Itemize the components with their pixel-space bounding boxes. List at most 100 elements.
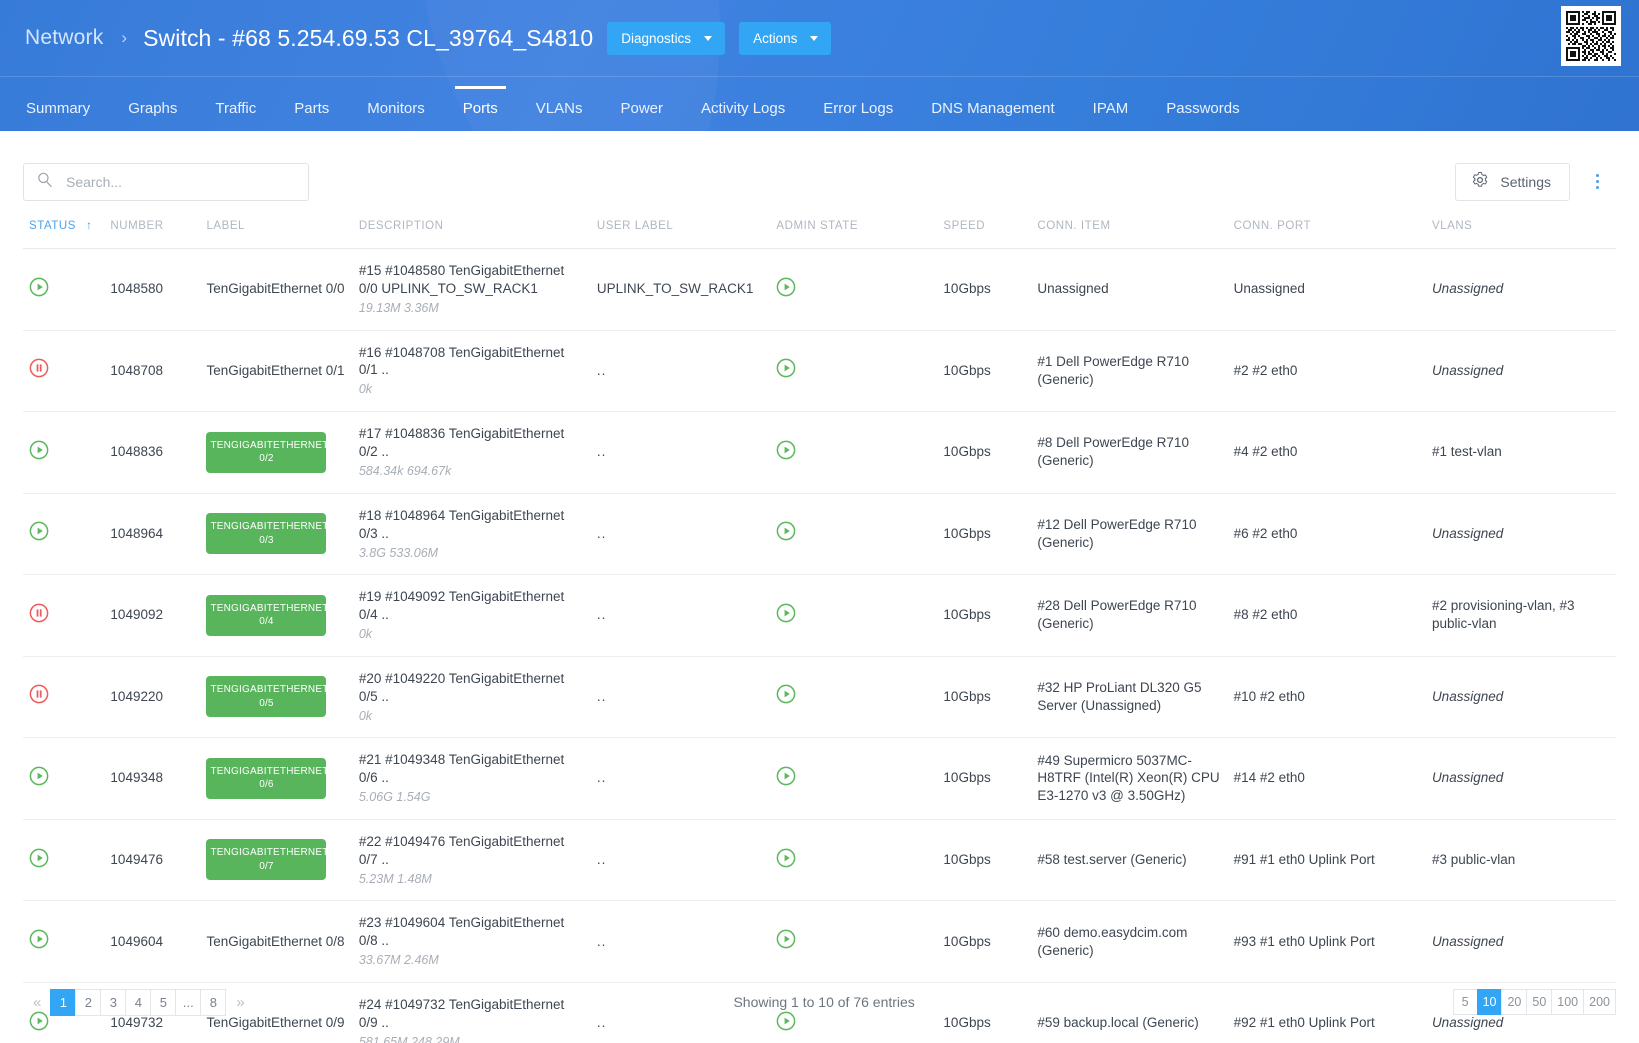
nav-tab-summary[interactable]: Summary	[26, 100, 90, 131]
cell-vlans: #1 test-vlan	[1431, 444, 1502, 460]
cell-conn-item[interactable]: #8 Dell PowerEdge R710 (Generic)	[1031, 412, 1227, 494]
table-row[interactable]: 1048708 TenGigabitEthernet 0/1 #16 #104870…	[23, 330, 1616, 412]
cell-conn-port[interactable]: #10 #2 eth0	[1228, 656, 1426, 738]
actions-button[interactable]: Actions	[739, 21, 832, 55]
search-input[interactable]	[23, 162, 309, 201]
cell-description: #22 #1049476 TenGigabitEthernet 0/7 .. 5.…	[353, 819, 591, 901]
cell-conn-item[interactable]: #1 Dell PowerEdge R710 (Generic)	[1031, 330, 1227, 412]
pagination-prev-icon[interactable]: «	[23, 994, 51, 1011]
table-row[interactable]: 1048580 TenGigabitEthernet 0/0 #15 #104858…	[23, 248, 1616, 331]
description-text: #21 #1049348 TenGigabitEthernet 0/6 ..	[358, 752, 565, 786]
status-running-icon[interactable]	[29, 848, 49, 868]
cell-label: TENGIGABITETHERNET 0/3	[200, 493, 352, 575]
column-header-speed[interactable]: SPEED	[937, 204, 1031, 249]
page-size-100[interactable]: 100	[1551, 989, 1585, 1015]
column-header-conn-item[interactable]: CONN. ITEM	[1031, 204, 1227, 249]
pagination-page-3[interactable]: 3	[100, 988, 127, 1016]
status-running-icon[interactable]	[776, 684, 796, 704]
status-running-icon[interactable]	[29, 929, 49, 949]
breadcrumb-separator-icon: ›	[121, 28, 128, 47]
column-header-conn-port[interactable]: CONN. PORT	[1228, 204, 1426, 249]
port-label-badge[interactable]: TENGIGABITETHERNET 0/7	[206, 839, 328, 881]
cell-conn-port[interactable]: #14 #2 eth0	[1228, 738, 1426, 820]
table-row[interactable]: 1049348 TENGIGABITETHERNET 0/6 #21 #104934…	[23, 737, 1616, 820]
nav-tab-error-logs[interactable]: Error Logs	[823, 100, 893, 131]
diagnostics-button[interactable]: Diagnostics	[607, 21, 726, 55]
cell-status	[23, 738, 104, 820]
column-header-vlans[interactable]: VLANS	[1426, 204, 1616, 249]
cell-conn-port[interactable]: #6 #2 eth0	[1228, 493, 1426, 575]
port-label-badge[interactable]: TENGIGABITETHERNET 0/6	[206, 757, 328, 799]
cell-conn-item[interactable]: #28 Dell PowerEdge R710 (Generic)	[1031, 575, 1227, 657]
page-size-5[interactable]: 5	[1452, 989, 1478, 1015]
column-header-label: CONN. PORT	[1233, 220, 1312, 232]
breadcrumb-network[interactable]: Network	[25, 26, 103, 50]
column-header-status[interactable]: STATUS ↑	[23, 204, 104, 249]
cell-conn-item[interactable]: #12 Dell PowerEdge R710 (Generic)	[1031, 493, 1227, 575]
column-header-label[interactable]: LABEL	[200, 204, 352, 249]
port-label-badge[interactable]: TENGIGABITETHERNET 0/3	[206, 513, 328, 555]
page-size-20[interactable]: 20	[1501, 989, 1528, 1015]
table-row[interactable]: 1048964 TENGIGABITETHERNET 0/3 #18 #104896…	[23, 493, 1616, 575]
cell-conn-port[interactable]: #4 #2 eth0	[1228, 412, 1426, 494]
settings-button[interactable]: Settings	[1455, 162, 1570, 201]
status-running-icon[interactable]	[776, 929, 796, 949]
chevron-down-icon	[810, 35, 819, 41]
nav-tab-ipam[interactable]: IPAM	[1093, 100, 1129, 131]
table-row[interactable]: 1049476 TENGIGABITETHERNET 0/7 #22 #104947…	[23, 819, 1616, 901]
nav-tab-power[interactable]: Power	[620, 100, 663, 131]
nav-tab-dns-management[interactable]: DNS Management	[931, 100, 1054, 131]
cell-conn-port[interactable]: #8 #2 eth0	[1228, 575, 1426, 657]
status-running-icon[interactable]	[29, 766, 49, 786]
table-row[interactable]: 1049220 TENGIGABITETHERNET 0/5 #20 #104922…	[23, 656, 1616, 738]
pagination-page-4[interactable]: 4	[125, 988, 152, 1016]
port-label-badge[interactable]: TENGIGABITETHERNET 0/4	[206, 594, 328, 636]
cell-conn-item[interactable]: #58 test.server (Generic)	[1031, 819, 1227, 901]
column-header-label: LABEL	[206, 220, 246, 232]
status-stopped-icon[interactable]	[29, 603, 49, 623]
column-header-user-label[interactable]: USER LABEL	[591, 204, 771, 249]
status-running-icon[interactable]	[776, 440, 796, 460]
nav-tab-passwords[interactable]: Passwords	[1166, 100, 1239, 131]
cell-description: #20 #1049220 TenGigabitEthernet 0/5 .. 0k	[353, 656, 591, 738]
pagination-page-2[interactable]: 2	[75, 988, 102, 1016]
nav-tab-monitors[interactable]: Monitors	[367, 100, 425, 131]
nav-tab-traffic[interactable]: Traffic	[215, 100, 256, 131]
status-stopped-icon[interactable]	[29, 358, 49, 378]
column-header-number[interactable]: NUMBER	[104, 204, 200, 249]
status-running-icon[interactable]	[776, 603, 796, 623]
table-row[interactable]: 1049092 TENGIGABITETHERNET 0/4 #19 #104909…	[23, 574, 1616, 657]
status-running-icon[interactable]	[776, 358, 796, 378]
status-stopped-icon[interactable]	[29, 684, 49, 704]
port-label-badge[interactable]: TENGIGABITETHERNET 0/5	[206, 676, 328, 718]
page-size-10[interactable]: 10	[1476, 989, 1503, 1015]
nav-tab-vlans[interactable]: VLANs	[536, 100, 583, 131]
nav-tab-activity-logs[interactable]: Activity Logs	[701, 100, 785, 131]
status-running-icon[interactable]	[29, 277, 49, 297]
port-label-badge[interactable]: TENGIGABITETHERNET 0/2	[206, 431, 328, 473]
status-running-icon[interactable]	[29, 440, 49, 460]
column-header-description[interactable]: DESCRIPTION	[353, 204, 591, 249]
cell-conn-item[interactable]: Unassigned	[1031, 249, 1227, 331]
status-running-icon[interactable]	[776, 277, 796, 297]
pagination-page-1[interactable]: 1	[50, 988, 77, 1016]
status-running-icon[interactable]	[776, 766, 796, 786]
status-running-icon[interactable]	[776, 521, 796, 541]
nav-tab-parts[interactable]: Parts	[294, 100, 329, 131]
cell-conn-port[interactable]: #91 #1 eth0 Uplink Port	[1228, 819, 1426, 901]
page-size-200[interactable]: 200	[1583, 989, 1616, 1015]
column-header-admin-state[interactable]: ADMIN STATE	[770, 204, 937, 249]
nav-tab-graphs[interactable]: Graphs	[128, 100, 177, 131]
more-options-button[interactable]	[1579, 163, 1615, 201]
cell-conn-port[interactable]: Unassigned	[1228, 249, 1426, 331]
nav-tab-ports[interactable]: Ports	[454, 86, 506, 131]
status-running-icon[interactable]	[29, 521, 49, 541]
cell-conn-port[interactable]: #2 #2 eth0	[1228, 330, 1426, 412]
cell-conn-item[interactable]: #49 Supermicro 5037MC-H8TRF (Intel(R) Xe…	[1031, 738, 1227, 820]
status-running-icon[interactable]	[776, 848, 796, 868]
cell-conn-item[interactable]: #32 HP ProLiant DL320 G5 Server (Unassig…	[1031, 656, 1227, 738]
page-size-50[interactable]: 50	[1526, 989, 1553, 1015]
table-row[interactable]: 1048836 TENGIGABITETHERNET 0/2 #17 #104883…	[23, 411, 1616, 494]
pagination-page-5[interactable]: 5	[150, 988, 177, 1016]
cell-number: 1048580	[110, 281, 163, 297]
